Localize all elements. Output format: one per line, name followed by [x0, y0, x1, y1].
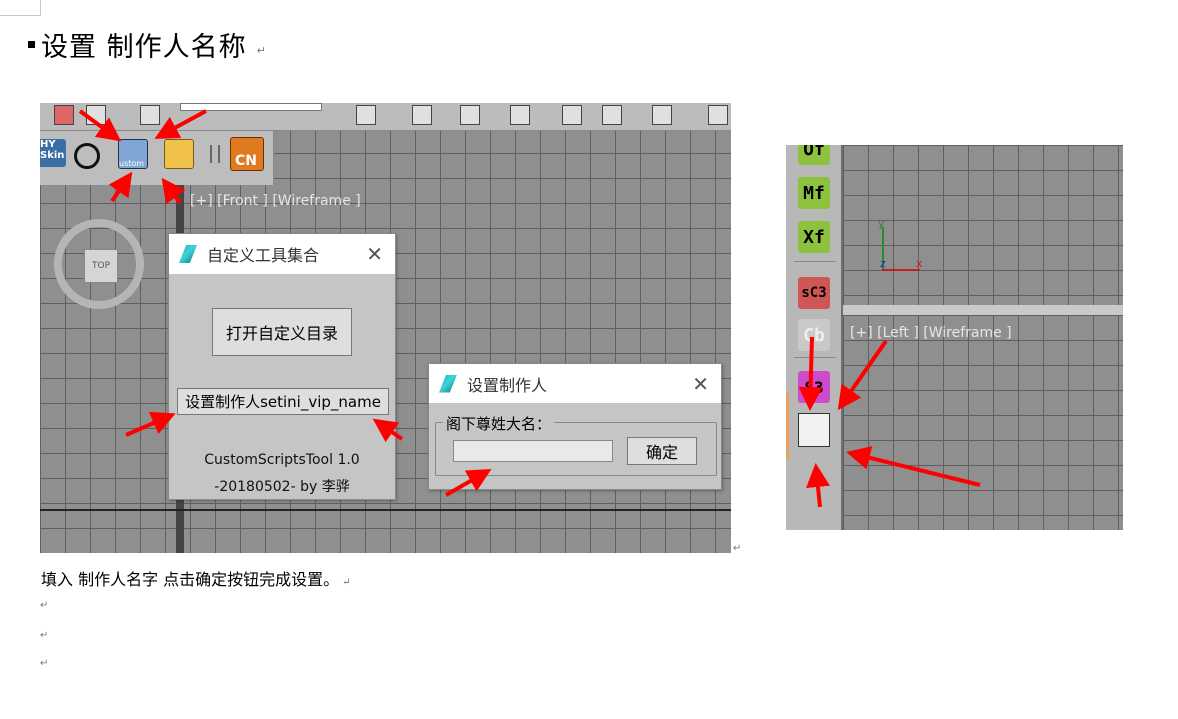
- x-axis-label: x: [916, 257, 923, 270]
- hy-skin-label: HY Skin: [40, 139, 65, 161]
- sc3-button[interactable]: sC3: [798, 277, 830, 309]
- section-heading: 设置 制作人名称 ↵: [28, 22, 266, 66]
- grid-axis-line: [40, 509, 731, 511]
- dialog-titlebar[interactable]: 自定义工具集合 ✕: [169, 234, 395, 274]
- viewcube[interactable]: TOP: [54, 219, 144, 309]
- app-logo-icon: [179, 245, 197, 263]
- z-axis-label: z: [880, 257, 886, 270]
- viewport-grid-left: [843, 315, 1123, 530]
- close-icon[interactable]: ✕: [366, 242, 383, 266]
- bullet-icon: [28, 40, 35, 48]
- y-axis-label: y: [878, 217, 885, 230]
- viewport-divider: [843, 305, 1123, 315]
- set-producer-button[interactable]: 设置制作人setini_vip_name: [177, 388, 389, 415]
- xf-button[interactable]: Xf: [798, 221, 830, 253]
- snap-icon[interactable]: [86, 105, 106, 125]
- custom-tools-label: ustom: [119, 159, 145, 168]
- separator: [794, 261, 836, 262]
- hy-skin-icon[interactable]: HY Skin: [40, 139, 66, 167]
- custom-tools-icon[interactable]: ustom: [118, 139, 148, 169]
- abc-icon[interactable]: [140, 105, 160, 125]
- light-icon[interactable]: [510, 105, 530, 125]
- mirror-icon[interactable]: [356, 105, 376, 125]
- dialog-titlebar[interactable]: 设置制作人 ✕: [429, 364, 721, 403]
- align-icon[interactable]: [412, 105, 432, 125]
- screenshot-side-panel: [+] [Left ] [Wireframe ] y x z Of Mf Xf …: [786, 145, 1123, 530]
- producer-name-input[interactable]: [453, 440, 613, 462]
- layer-icon[interactable]: [460, 105, 480, 125]
- name-group-label: 阁下尊姓大名：: [443, 413, 555, 434]
- active-indicator: [786, 393, 789, 459]
- paragraph-mark-icon: ↵: [342, 577, 351, 588]
- heading-text: 设置 制作人名称: [41, 31, 247, 63]
- custom-tools-dialog: 自定义工具集合 ✕ 打开自定义目录 设置制作人setini_vip_name C…: [168, 233, 396, 500]
- app-logo-icon: [439, 374, 457, 393]
- caption-text: 填入 制作人名字 点击确定按钮完成设置。: [41, 570, 340, 589]
- about-author-text: -20180502- by 李骅: [214, 479, 350, 495]
- about-version-text: CustomScriptsTool 1.0: [204, 452, 360, 468]
- paragraph-mark-icon: ↵: [256, 43, 266, 57]
- separator: [210, 145, 212, 163]
- dialog-title: 设置制作人: [467, 375, 548, 395]
- instruction-caption: 填入 制作人名字 点击确定按钮完成设置。 ↵: [41, 566, 351, 590]
- folder-search-icon[interactable]: [164, 139, 194, 169]
- ok-button[interactable]: 确定: [627, 437, 697, 465]
- dialog-title: 自定义工具集合: [207, 246, 320, 265]
- material-editor-icon[interactable]: [652, 105, 672, 125]
- empty-paragraph-mark: ↵: [40, 658, 49, 669]
- s3-button[interactable]: S3: [798, 371, 830, 403]
- paragraph-mark-icon: ↵: [733, 543, 742, 554]
- custom-tools-folder-icon[interactable]: [798, 413, 830, 447]
- cn-label: CN: [235, 153, 257, 169]
- open-custom-dir-button[interactable]: 打开自定义目录: [212, 308, 352, 356]
- close-icon[interactable]: ✕: [692, 372, 709, 396]
- curve-editor-icon[interactable]: [562, 105, 582, 125]
- screenshot-main-viewport: HY Skin ustom CN [+] [Front ] [Wireframe…: [40, 103, 731, 553]
- separator: [218, 145, 220, 163]
- rotate-icon[interactable]: [74, 143, 100, 169]
- render-setup-icon[interactable]: [708, 105, 728, 125]
- empty-paragraph-mark: ↵: [40, 600, 49, 611]
- magnet-icon[interactable]: [54, 105, 74, 125]
- main-toolbar: [40, 103, 731, 131]
- empty-paragraph-mark: ↵: [40, 630, 49, 641]
- set-producer-dialog: 设置制作人 ✕ 阁下尊姓大名： 确定: [428, 363, 722, 490]
- cn-arrow-icon[interactable]: CN: [230, 137, 264, 171]
- x-axis-line: [882, 269, 920, 271]
- viewport-grid-top: [843, 145, 1123, 305]
- named-selection-field[interactable]: [180, 103, 322, 111]
- schematic-icon[interactable]: [602, 105, 622, 125]
- page-corner-marker: [0, 0, 41, 16]
- cb-button[interactable]: Cb: [798, 319, 830, 351]
- mf-button[interactable]: Mf: [798, 177, 830, 209]
- custom-shelf-toolbar: HY Skin ustom CN: [40, 131, 274, 185]
- viewcube-face-top[interactable]: TOP: [84, 249, 118, 283]
- viewport-label-front[interactable]: [+] [Front ] [Wireframe ]: [190, 193, 361, 209]
- viewport-label-left[interactable]: [+] [Left ] [Wireframe ]: [850, 325, 1012, 341]
- of-button[interactable]: Of: [798, 145, 830, 165]
- separator: [794, 357, 836, 358]
- script-buttons-panel: Of Mf Xf sC3 Cb S3: [786, 145, 843, 530]
